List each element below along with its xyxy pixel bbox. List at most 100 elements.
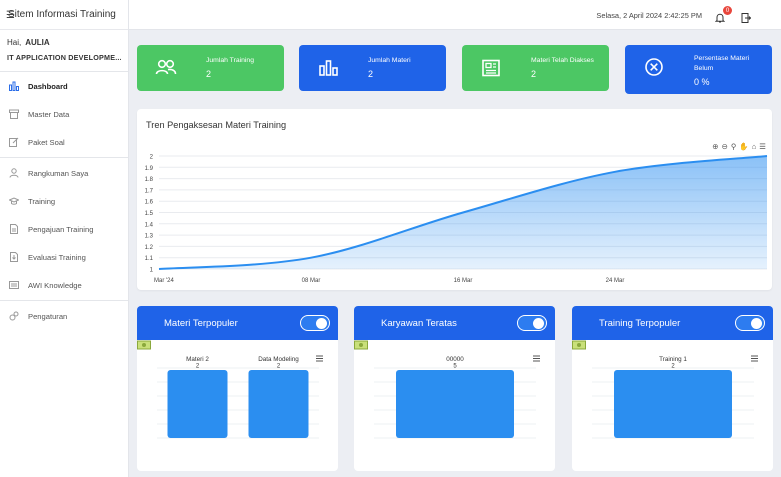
app-title: Sitem Informasi Training — [8, 9, 116, 20]
stat-label: Persentase Materi Belum — [694, 55, 750, 72]
data-label: 5 — [453, 364, 457, 370]
category-label: Training 1 — [659, 356, 687, 363]
users-icon — [155, 59, 177, 77]
sidebar-item-label: Evaluasi Training — [28, 252, 86, 262]
sidebar-item-evaluasi-training[interactable]: Evaluasi Training — [0, 243, 128, 271]
zoom-out-icon[interactable]: ⊖ — [722, 142, 728, 151]
x-circle-icon — [643, 57, 665, 76]
panel-title: Materi Terpopuler — [164, 317, 238, 329]
y-tick-label: 1.3 — [145, 234, 154, 240]
x-tick-label: 24 Mar — [606, 278, 625, 284]
y-tick-label: 1.8 — [145, 177, 154, 183]
logout-icon[interactable] — [741, 10, 752, 23]
money-icon — [572, 318, 594, 350]
stat-value: 2 — [206, 69, 212, 79]
sidebar-item-label: Training — [28, 196, 56, 206]
sidebar-item-rangkuman-saya[interactable]: Rangkuman Saya — [0, 159, 128, 187]
y-tick-label: 1.2 — [145, 245, 154, 251]
sidebar-item-pengaturan[interactable]: Pengaturan — [0, 302, 128, 330]
newspaper-icon — [480, 59, 502, 77]
x-tick-label: 08 Mar — [302, 278, 321, 284]
money-icon — [137, 318, 159, 350]
sidebar-item-label: Pengajuan Training — [28, 224, 94, 234]
stat-card-materi-telah-diakses[interactable]: Materi Telah Diakses 2 — [462, 45, 609, 91]
top-bar: Selasa, 2 April 2024 2:42:25 PM 0 — [129, 0, 781, 30]
stat-label: Jumlah Materi — [368, 57, 411, 64]
y-tick-label: 2 — [150, 155, 154, 161]
data-label: 2 — [196, 364, 200, 370]
panel-toggle[interactable] — [517, 315, 547, 331]
datetime-display: Selasa, 2 April 2024 2:42:25 PM — [596, 11, 702, 20]
archive-icon — [9, 109, 19, 119]
x-tick-label: Mar '24 — [154, 278, 174, 284]
bar — [248, 370, 309, 438]
stat-value: 2 — [531, 69, 537, 79]
sidebar-item-paket-soal[interactable]: Paket Soal — [0, 128, 128, 156]
bar — [167, 370, 228, 438]
notification-badge: 0 — [723, 6, 732, 15]
chart-menu-icon[interactable] — [751, 355, 758, 362]
chart-menu-icon[interactable] — [316, 355, 323, 362]
trend-title: Tren Pengaksesan Materi Training — [146, 120, 287, 130]
document-icon — [9, 224, 19, 234]
bar — [614, 370, 732, 438]
chart-menu-icon[interactable]: ☰ — [759, 142, 766, 151]
panel-materi-terpopuler: Materi Terpopuler Materi 2 2 Data Modeling… — [137, 306, 338, 471]
sidebar-item-label: Pengaturan — [28, 311, 68, 321]
category-label: Data Modeling — [258, 356, 299, 363]
stat-card-jumlah-materi[interactable]: Jumlah Materi 2 — [299, 45, 446, 91]
sidebar-item-dashboard[interactable]: Dashboard — [0, 72, 128, 100]
panel-title: Karyawan Teratas — [381, 317, 457, 329]
sidebar-item-awi-knowledge[interactable]: AWI Knowledge — [0, 271, 128, 299]
sidebar-item-pengajuan-training[interactable]: Pengajuan Training — [0, 215, 128, 243]
stat-card-persentase-materi-belum[interactable]: Persentase Materi Belum 0 % — [625, 45, 772, 94]
panel-training-terpopuler: Training Terpopuler Training 12 — [572, 306, 773, 471]
user-icon — [9, 168, 19, 178]
chart-menu-icon[interactable] — [533, 355, 540, 362]
panel-karyawan-teratas: Karyawan Teratas 00000 5 — [354, 306, 555, 471]
bar — [396, 370, 514, 438]
panel-toggle[interactable] — [735, 315, 765, 331]
sidebar-item-label: AWI Knowledge — [28, 280, 82, 290]
sidebar-item-master-data[interactable]: Master Data — [0, 100, 128, 128]
sidebar-item-label: Paket Soal — [28, 137, 65, 147]
bar-chart: 000005 — [374, 355, 540, 439]
sidebar-item-label: Master Data — [28, 109, 70, 119]
panel-header: Training Terpopuler — [572, 306, 773, 350]
chart-toolbar: ⊕ ⊖ ⚲ ✋ ⌂ ☰ — [712, 142, 766, 151]
y-tick-label: 1.7 — [145, 188, 154, 194]
data-label: 2 — [671, 364, 675, 370]
y-tick-label: 1.6 — [145, 200, 154, 206]
y-tick-label: 1.5 — [145, 211, 154, 217]
sidebar-item-label: Rangkuman Saya — [28, 168, 89, 178]
zoom-in-icon[interactable]: ⊕ — [712, 142, 718, 151]
category-label: 00000 — [446, 356, 464, 363]
menu-icon[interactable]: ☰ — [6, 10, 15, 21]
bar-chart: Materi 22Data Modeling2 — [157, 355, 323, 439]
y-tick-label: 1 — [150, 268, 154, 274]
user-greeting: Hai, — [7, 38, 22, 47]
stat-label: Materi Telah Diakses — [531, 57, 594, 64]
category-label: Materi 2 — [186, 356, 209, 363]
x-tick-label: 16 Mar — [454, 278, 473, 284]
panel-header: Materi Terpopuler — [137, 306, 338, 350]
settings-icon — [9, 311, 19, 321]
bar-chart: Training 12 — [592, 355, 758, 439]
app-brand[interactable]: ☰ Sitem Informasi Training — [0, 0, 128, 30]
stat-card-jumlah-training[interactable]: Jumlah Training 2 — [137, 45, 284, 91]
pan-hand-icon[interactable]: ✋ — [739, 142, 748, 151]
edit-icon — [9, 137, 19, 147]
user-info: Hai, AULIA IT APPLICATION DEVELOPME... — [0, 30, 128, 62]
bar-chart-icon — [9, 81, 19, 91]
download-doc-icon — [9, 252, 19, 262]
y-tick-label: 1.1 — [145, 256, 154, 262]
panel-toggle[interactable] — [300, 315, 330, 331]
home-reset-icon[interactable]: ⌂ — [752, 142, 757, 151]
sidebar-item-training[interactable]: Training — [0, 187, 128, 215]
panel-title: Training Terpopuler — [599, 317, 681, 329]
sidebar: ☰ Sitem Informasi Training Hai, AULIA IT… — [0, 0, 129, 477]
stat-value: 2 — [368, 69, 374, 79]
zoom-select-icon[interactable]: ⚲ — [731, 142, 737, 151]
list-icon — [9, 280, 19, 290]
bar-chart-icon — [317, 59, 339, 77]
